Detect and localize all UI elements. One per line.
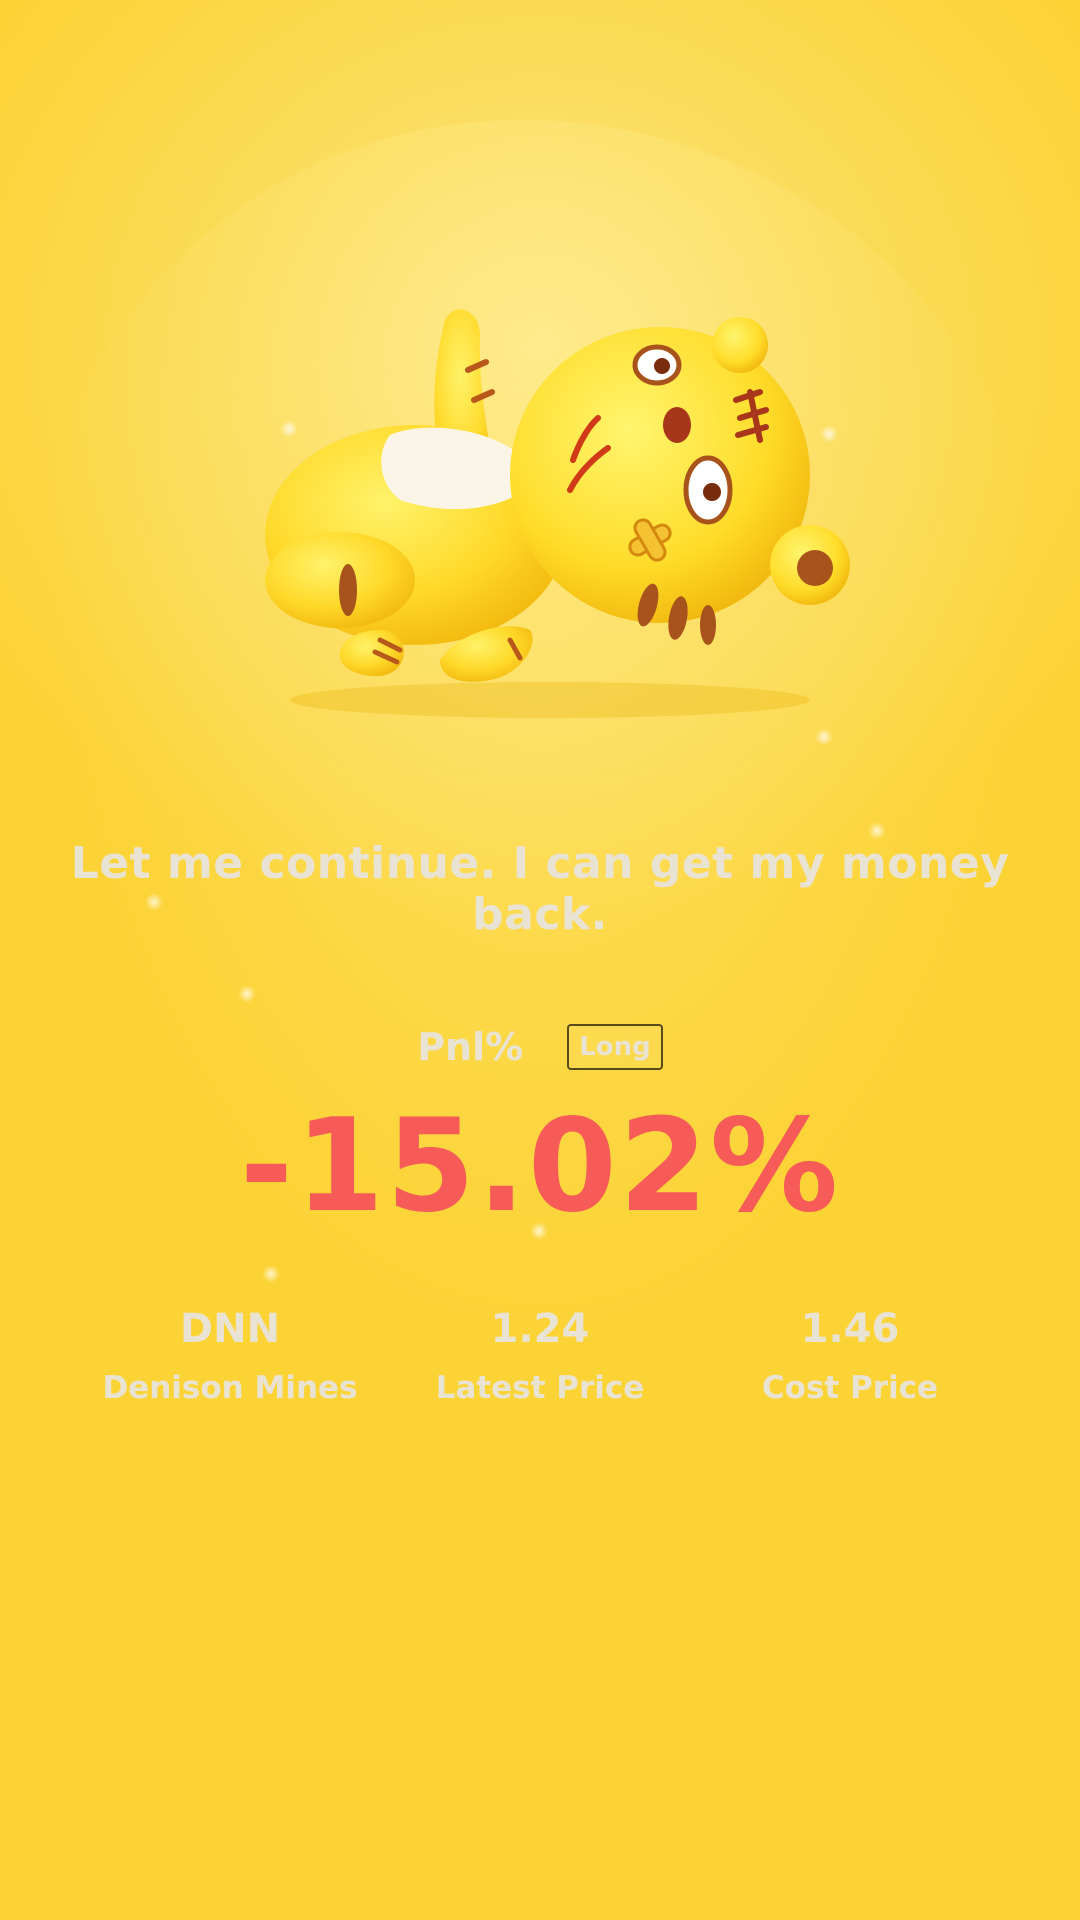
stat-symbol: DNN Denison Mines	[80, 1302, 380, 1408]
cost-price-label: Cost Price	[761, 1370, 939, 1406]
latest-price-value: 1.24	[490, 1306, 590, 1352]
cost-price-value: 1.46	[800, 1306, 900, 1352]
slogan-text: Let me continue. I can get my money back…	[70, 838, 1010, 940]
sparkle-decoration	[262, 1265, 280, 1283]
stat-cost-price: 1.46 Cost Price	[700, 1302, 1000, 1408]
stat-latest-price: 1.24 Latest Price	[390, 1302, 690, 1408]
pnl-percentage-value: -15.02%	[239, 1092, 841, 1241]
pnl-share-card: Let me continue. I can get my money back…	[0, 0, 1080, 1920]
sparkle-decoration	[238, 985, 256, 1003]
sparkle-decoration	[815, 728, 833, 746]
position-stats: DNN Denison Mines 1.24 Latest Price 1.46…	[80, 1302, 1000, 1408]
latest-price-label: Latest Price	[435, 1370, 645, 1406]
position-side-badge: Long	[567, 1024, 663, 1070]
pnl-label: Pnl%	[417, 1025, 524, 1069]
stock-name: Denison Mines	[102, 1370, 358, 1406]
stock-symbol: DNN	[179, 1306, 281, 1352]
sleeping-tiger-mascot-icon	[230, 300, 870, 730]
pnl-header: Pnl% Long	[0, 1024, 1080, 1070]
